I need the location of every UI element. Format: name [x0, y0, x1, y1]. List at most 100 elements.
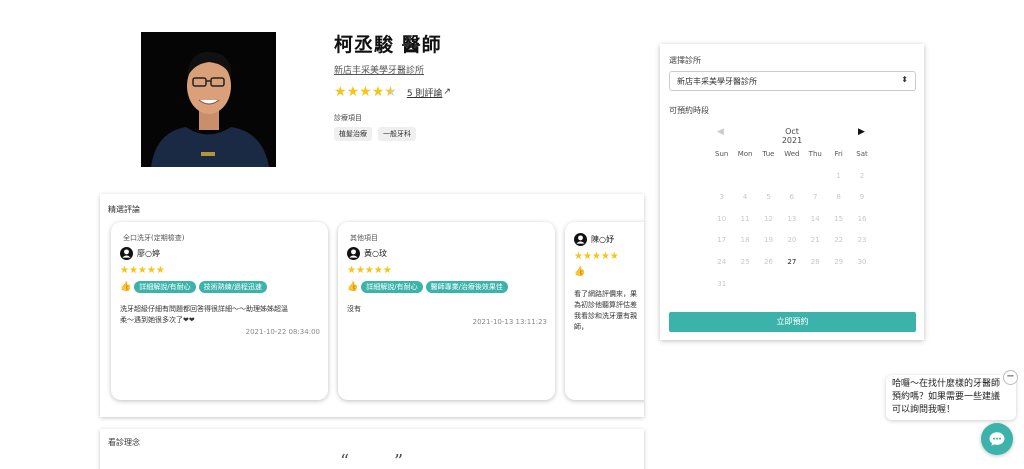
review-tag: 詳細解說/有耐心 — [361, 281, 423, 293]
review-card[interactable]: 其他項目 黃○玟 ★★★★★ 👍 詳細解說/有耐心 醫師專業/治療後效果佳 沒有… — [338, 222, 555, 400]
calendar-day: 20 — [787, 236, 797, 245]
weekday-label: Tue — [762, 150, 775, 158]
review-user: 廖○婷 — [120, 247, 160, 260]
user-avatar-icon — [574, 233, 587, 246]
star-icon: ★ — [334, 84, 347, 100]
calendar-empty-cell — [733, 172, 756, 194]
prev-month-icon[interactable]: ◀ — [717, 127, 724, 137]
calendar-day: 28 — [810, 257, 820, 266]
clinic-select[interactable]: 新店丰采美學牙醫診所 ⬍ — [669, 71, 916, 91]
rating-stars: ★★★★★ — [334, 85, 397, 99]
service-tag: 植髮治療 — [334, 127, 372, 141]
review-username: 廖○婷 — [137, 249, 160, 258]
booking-panel: 選擇診所 新店丰采美學牙醫診所 ⬍ 可預約時段 ◀ Oct 2021 ▶ Sun… — [660, 44, 924, 340]
chat-close-button[interactable]: − — [1003, 370, 1018, 385]
review-tag: 醫師專業/治療後效果佳 — [425, 281, 508, 293]
weekday-label: Fri — [834, 150, 843, 158]
reviews-title: 精選評論 — [108, 205, 140, 214]
review-card[interactable]: 陳○妤 ★★★★★ 👍 看了網路評價來，果 為初診他聽算評估差 我看診和洗牙還有… — [565, 222, 644, 400]
weekday-label: Sat — [856, 150, 868, 158]
reviews-panel: 精選評論 全口洗牙(定期檢查) 廖○婷 ★★★★★ 👍 詳細解說/有耐心 技術熟… — [100, 194, 644, 417]
review-count-link[interactable]: 5 則評論 — [407, 86, 443, 99]
services-label: 診療項目 — [334, 114, 362, 122]
review-username: 黃○玟 — [364, 249, 387, 258]
star-icon: ★ — [346, 84, 360, 100]
weekday-label: Thu — [808, 150, 822, 158]
review-category: 其他項目 — [350, 234, 378, 242]
review-text-line: 我看診和洗牙還有親 — [574, 312, 637, 320]
thumbs-up-icon: 👍 — [120, 282, 132, 292]
review-text: 看了網路評價來，果 為初診他聽算評估差 我看診和洗牙還有親 師， — [574, 289, 637, 333]
calendar-day: 14 — [810, 214, 820, 223]
review-text-line: 為初診他聽算評估差 — [574, 301, 637, 309]
review-stars: ★★★★★ — [574, 251, 619, 262]
calendar-day: 13 — [787, 214, 797, 223]
calendar-day: 16 — [857, 214, 867, 223]
review-text-line: 洗牙超級仔細有問題都回答得很詳細～～助理姊姊超溫 — [120, 305, 288, 313]
open-quote-icon: “ — [340, 451, 350, 469]
review-text-line: 看了網路評價來，果 — [574, 290, 637, 298]
calendar-day: 4 — [742, 193, 748, 202]
chat-icon — [989, 432, 1005, 446]
calendar-day: 19 — [764, 236, 773, 245]
rating-row: ★★★★★ 5 則評論 ↗ — [334, 85, 451, 99]
review-username: 陳○妤 — [591, 235, 614, 244]
calendar-day: 24 — [717, 257, 727, 266]
review-time: 2021-10-22 08:34:00 — [245, 328, 320, 336]
half-star-icon: ★ — [384, 84, 397, 100]
review-text: 洗牙超級仔細有問題都回答得很詳細～～助理姊姊超溫 柔～遇到她很多次了❤❤ — [120, 304, 288, 326]
calendar-day: 1 — [836, 171, 841, 180]
review-tag: 詳細解說/有耐心 — [134, 281, 196, 293]
review-likes: 👍 — [574, 267, 585, 277]
star-icon: ★ — [371, 84, 385, 100]
calendar-empty-cell — [804, 172, 827, 194]
chat-bubble[interactable]: 哈囉～在找什麼樣的牙醫師預約嗎？如果需要一些建議可以詢問我喔！ — [886, 375, 1016, 420]
next-month-icon[interactable]: ▶ — [858, 127, 865, 137]
review-user: 黃○玟 — [347, 247, 387, 260]
service-tags: 植髮治療 一般牙科 — [334, 127, 416, 141]
doctor-name: 柯丞駿 醫師 — [334, 34, 442, 56]
review-user: 陳○妤 — [574, 233, 614, 246]
review-text-line: 沒有 — [347, 305, 361, 313]
calendar-day: 12 — [764, 214, 773, 223]
calendar-day: 7 — [813, 193, 818, 202]
user-avatar-icon — [347, 247, 360, 260]
calendar-day[interactable]: 27 — [780, 258, 803, 280]
clinic-select-label: 選擇診所 — [669, 56, 701, 65]
review-card[interactable]: 全口洗牙(定期檢查) 廖○婷 ★★★★★ 👍 詳細解說/有耐心 技術熟練/過程迅… — [111, 222, 328, 400]
review-likes: 👍 詳細解說/有耐心 醫師專業/治療後效果佳 — [347, 281, 508, 293]
calendar-day: 31 — [717, 279, 727, 288]
review-text-line: 師， — [574, 323, 588, 331]
weekday-label: Wed — [784, 150, 800, 158]
calendar-empty-cell — [780, 172, 803, 194]
service-tag: 一般牙科 — [378, 127, 416, 141]
calendar-empty-cell — [710, 172, 733, 194]
calendar-day: 5 — [766, 193, 771, 202]
calendar-day: 26 — [764, 257, 773, 266]
thumbs-up-icon: 👍 — [347, 282, 359, 292]
review-category: 全口洗牙(定期檢查) — [123, 234, 185, 242]
calendar-day: 10 — [717, 214, 727, 223]
chat-button[interactable] — [981, 423, 1013, 455]
time-slot-label: 可預約時段 — [669, 106, 709, 115]
calendar-day: 3 — [719, 193, 724, 202]
external-link-icon[interactable]: ↗ — [443, 87, 451, 97]
weekday-label: Sun — [715, 150, 729, 158]
clinic-select-value: 新店丰采美學牙醫診所 — [677, 77, 757, 86]
calendar-day: 21 — [810, 236, 820, 245]
calendar-day: 22 — [834, 236, 844, 245]
book-now-button[interactable]: 立即預約 — [669, 312, 916, 332]
review-tag: 技術熟練/過程迅速 — [198, 281, 267, 293]
calendar-day: 6 — [789, 193, 795, 202]
review-time: 2021-10-13 13:11:23 — [472, 318, 547, 326]
calendar-day: 23 — [857, 236, 867, 245]
thumbs-up-icon: 👍 — [574, 267, 586, 277]
review-likes: 👍 詳細解說/有耐心 技術熟練/過程迅速 — [120, 281, 267, 293]
calendar-empty-cell — [757, 172, 780, 194]
calendar-day: 11 — [740, 214, 750, 223]
doctor-photo — [141, 32, 276, 167]
review-stars: ★★★★★ — [347, 265, 392, 276]
calendar-day: 25 — [740, 257, 750, 266]
clinic-link[interactable]: 新店丰采美學牙醫診所 — [334, 63, 424, 76]
star-icon: ★ — [359, 84, 372, 100]
